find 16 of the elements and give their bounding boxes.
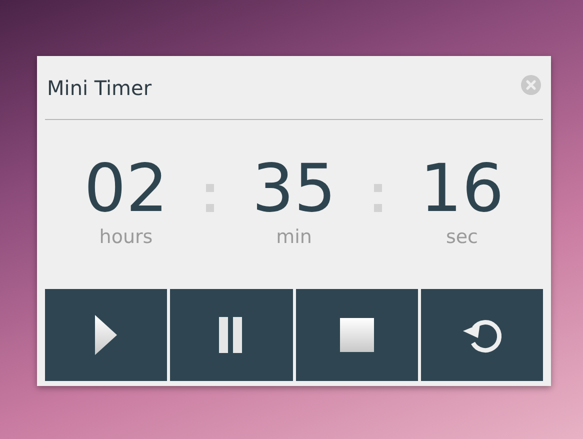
play-icon bbox=[95, 315, 118, 355]
unit-label: hours bbox=[99, 226, 153, 248]
separator-dots bbox=[206, 184, 214, 212]
window-title: Mini Timer bbox=[46, 76, 152, 100]
reset-button[interactable] bbox=[420, 289, 543, 381]
time-value: 35 bbox=[252, 156, 336, 222]
stop-button[interactable] bbox=[296, 289, 418, 381]
pause-icon bbox=[219, 317, 244, 353]
unit-label: sec bbox=[446, 226, 478, 248]
separator-dots bbox=[374, 184, 382, 212]
stop-icon bbox=[340, 318, 374, 352]
time-value: 02 bbox=[84, 156, 168, 222]
time-value: 16 bbox=[420, 156, 504, 222]
play-button[interactable] bbox=[45, 289, 168, 381]
unit-label: min bbox=[276, 226, 312, 248]
pause-button[interactable] bbox=[170, 289, 292, 381]
